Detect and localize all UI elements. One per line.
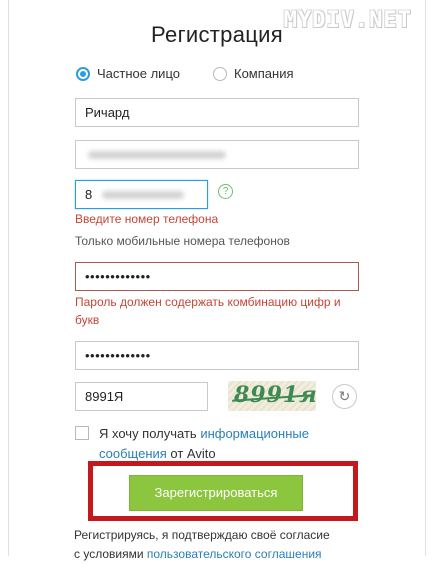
footer-line2-prefix: с условиями — [74, 547, 147, 561]
password-field[interactable]: ••••••••••••• — [75, 262, 359, 291]
consent-suffix: от Avito — [166, 446, 216, 461]
phone-error: Введите номер телефона — [75, 212, 219, 226]
captcha-input[interactable]: 8991Я — [75, 382, 208, 411]
phone-note: Только мобильные номера телефонов — [75, 234, 290, 248]
register-button[interactable]: Зарегистрироваться — [129, 475, 303, 511]
consent-checkbox[interactable] — [75, 426, 89, 440]
consent-prefix: Я хочу получать — [99, 426, 201, 441]
radio-private[interactable]: Частное лицо — [76, 66, 180, 81]
footer-line2: с условиями пользовательского соглашения — [74, 545, 374, 564]
phone-blurred — [102, 191, 184, 199]
captcha-image: 8991я — [228, 381, 317, 411]
radio-private-icon — [76, 66, 90, 81]
user-agreement-link[interactable]: пользовательского соглашения — [147, 547, 322, 561]
footer-line1: Регистрируясь, я подтверждаю своё соглас… — [74, 528, 330, 542]
help-icon[interactable]: ? — [218, 184, 233, 199]
password-confirm-value: ••••••••••••• — [85, 348, 151, 363]
phone-field[interactable]: 8 — [75, 180, 208, 209]
name-field[interactable]: Ричард — [75, 98, 359, 127]
email-field[interactable] — [75, 140, 359, 169]
radio-private-label: Частное лицо — [97, 66, 180, 81]
password-error-line2: букв — [75, 313, 100, 327]
consent-label: Я хочу получать информационные сообщения… — [99, 424, 329, 464]
radio-company[interactable]: Компания — [213, 66, 294, 81]
password-confirm-field[interactable]: ••••••••••••• — [75, 341, 359, 370]
password-value: ••••••••••••• — [85, 269, 151, 284]
captcha-value: 8991Я — [85, 389, 124, 404]
email-blurred — [88, 151, 226, 159]
name-value: Ричард — [85, 105, 130, 120]
footer-text: Регистрируясь, я подтверждаю своё соглас… — [74, 526, 374, 564]
page-title: Регистрация — [151, 22, 283, 47]
password-error-line1: Пароль должен содержать комбинацию цифр … — [75, 295, 341, 309]
radio-company-label: Компания — [234, 66, 294, 81]
refresh-captcha-icon[interactable]: ↻ — [332, 384, 357, 409]
phone-value: 8 — [85, 187, 93, 202]
radio-company-icon — [213, 66, 227, 81]
